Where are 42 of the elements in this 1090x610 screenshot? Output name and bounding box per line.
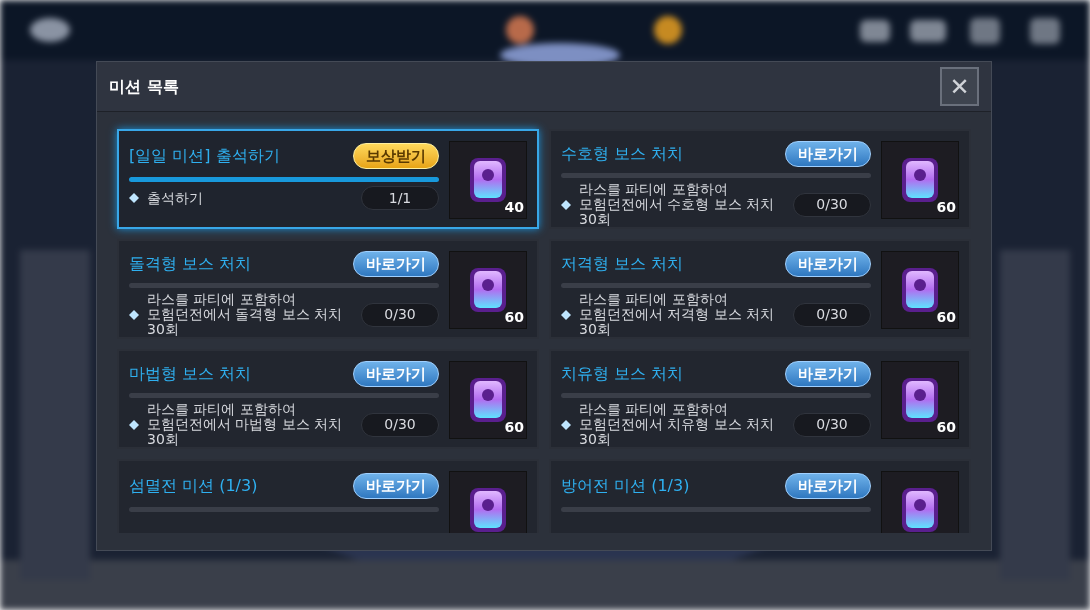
diamond-icon	[129, 419, 139, 430]
mission-title: [일일 미션] 출석하기	[129, 145, 280, 167]
reward-amount: 60	[504, 418, 524, 437]
reward-amount: 40	[504, 198, 524, 217]
progress-counter: 0/30	[793, 302, 871, 327]
progress-counter: 0/30	[361, 412, 439, 437]
progress-counter: 0/30	[361, 302, 439, 327]
reward-amount: 60	[504, 308, 524, 327]
go-button[interactable]: 바로가기	[785, 251, 871, 277]
mission-title: 마법형 보스 처치	[129, 363, 252, 385]
diamond-icon	[129, 309, 139, 320]
diamond-icon	[561, 419, 571, 430]
reward-amount: 60	[936, 418, 956, 437]
mission-title: 섬멸전 미션 (1/3)	[129, 475, 258, 497]
reward-amount: 60	[936, 308, 956, 327]
go-button[interactable]: 바로가기	[785, 141, 871, 167]
diamond-icon	[129, 193, 139, 203]
reward-amount: 60	[936, 198, 956, 217]
go-button[interactable]: 바로가기	[353, 361, 439, 387]
dialog-title: 미션 목록	[109, 75, 179, 98]
progress-counter: 1/1	[361, 186, 439, 210]
diamond-icon	[561, 309, 571, 320]
go-button[interactable]: 바로가기	[785, 473, 871, 499]
go-button[interactable]: 바로가기	[785, 361, 871, 387]
mission-description: 라스를 파티에 포함하여 모험던전에서 치유형 보스 처치 30회	[579, 402, 776, 447]
mission-description: 라스를 파티에 포함하여 모험던전에서 돌격형 보스 처치 30회	[147, 292, 344, 337]
mission-title: 저격형 보스 처치	[561, 253, 684, 275]
mission-description: 라스를 파티에 포함하여 모험던전에서 마법형 보스 처치 30회	[147, 402, 344, 447]
mission-title: 치유형 보스 처치	[561, 363, 684, 385]
go-button[interactable]: 바로가기	[353, 473, 439, 499]
progress-counter: 0/30	[793, 412, 871, 437]
mission-description: 라스를 파티에 포함하여 모험던전에서 수호형 보스 처치 30회	[579, 182, 776, 227]
close-button[interactable]: ✕	[940, 67, 979, 106]
mission-description: 출석하기	[147, 190, 204, 206]
go-button[interactable]: 바로가기	[353, 251, 439, 277]
mission-description: 라스를 파티에 포함하여 모험던전에서 저격형 보스 처치 30회	[579, 292, 776, 337]
mission-title: 방어전 미션 (1/3)	[561, 475, 690, 497]
mission-title: 수호형 보스 처치	[561, 143, 684, 165]
progress-counter: 0/30	[793, 192, 871, 217]
mission-title: 돌격형 보스 처치	[129, 253, 252, 275]
diamond-icon	[561, 199, 571, 210]
claim-reward-button[interactable]: 보상받기	[353, 143, 439, 169]
